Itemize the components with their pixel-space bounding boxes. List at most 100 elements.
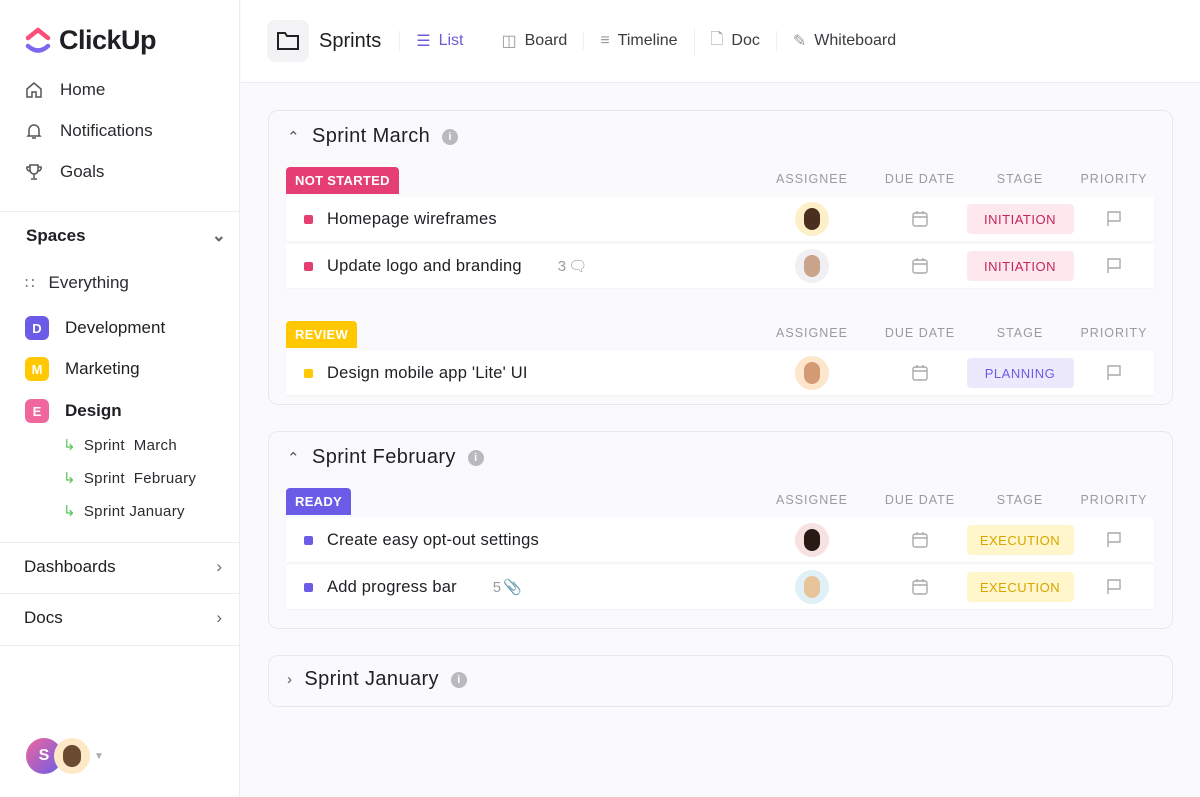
list-arrow-icon: ↳ (63, 470, 76, 487)
sprint-header[interactable]: › Sprint January i (287, 668, 467, 691)
calendar-icon[interactable] (874, 578, 966, 596)
list-sprint-february[interactable]: ↳ Sprint February (63, 469, 196, 488)
dashboards-section[interactable]: Dashboards › (24, 557, 222, 577)
status-dot[interactable] (304, 368, 313, 378)
info-icon[interactable]: i (442, 128, 459, 145)
task-name[interactable]: Add progress bar (327, 578, 457, 597)
list-sprint-march[interactable]: ↳ Sprint March (63, 436, 177, 455)
column-header[interactable]: PRIORITY (1074, 326, 1154, 348)
stage-badge[interactable]: EXECUTION (966, 525, 1074, 555)
tab-whiteboard[interactable]: ✎ Whiteboard (775, 31, 912, 51)
divider (0, 211, 240, 212)
column-header[interactable]: STAGE (966, 493, 1074, 515)
list-label: Sprint January (83, 502, 185, 520)
task-name[interactable]: Homepage wireframes (327, 210, 497, 229)
info-icon[interactable]: i (467, 449, 484, 466)
calendar-icon[interactable] (874, 210, 966, 228)
stage-badge[interactable]: EXECUTION (966, 572, 1074, 602)
list-label: Sprint March (83, 436, 177, 454)
space-badge: M (25, 357, 49, 381)
stage-badge[interactable]: PLANNING (966, 358, 1074, 388)
chevron-up-icon[interactable]: ⌃ (287, 449, 300, 467)
task-meta[interactable]: 5 📎 (493, 578, 522, 597)
stage-badge[interactable]: INITIATION (966, 251, 1074, 281)
doc-icon: 🗋 (710, 30, 724, 48)
board-icon: ◫ (501, 33, 517, 50)
column-header[interactable]: PRIORITY (1074, 493, 1154, 515)
nav-notifications[interactable]: Notifications (24, 121, 153, 141)
sprint-title: Sprint March (311, 125, 431, 147)
sprint-card: ⌃ Sprint March i NOT STARTED ASSIGNEE DUE… (268, 110, 1173, 405)
top-header: Sprints ☰ List ◫ Board ≡ Timeline 🗋 Doc ✎ Whi… (241, 0, 1200, 83)
column-header[interactable]: STAGE (966, 326, 1074, 348)
column-header[interactable]: ASSIGNEE (750, 326, 874, 348)
nav-home[interactable]: Home (24, 80, 105, 100)
space-marketing[interactable]: M Marketing (25, 357, 140, 381)
tab-board[interactable]: ◫ Board (486, 31, 584, 51)
status-dot[interactable] (304, 261, 313, 271)
space-everything[interactable]: ∷ Everything (25, 273, 129, 293)
stage-badge[interactable]: INITIATION (966, 204, 1074, 234)
tab-label: List (438, 32, 464, 49)
status-group: READY ASSIGNEE DUE DATE STAGE PRIORITY Crea… (286, 486, 1154, 609)
chevron-right-icon[interactable]: › (287, 671, 292, 688)
assignee-avatar[interactable] (795, 249, 829, 283)
task-name[interactable]: Update logo and branding (327, 257, 522, 276)
task-name[interactable]: Design mobile app 'Lite' UI (327, 364, 528, 383)
column-header[interactable]: DUE DATE (874, 172, 966, 194)
flag-icon[interactable] (1074, 531, 1154, 549)
task-name[interactable]: Create easy opt-out settings (327, 531, 539, 550)
space-development[interactable]: D Development (25, 316, 165, 340)
column-header[interactable]: ASSIGNEE (750, 493, 874, 515)
task-row[interactable]: Create easy opt-out settings EXECUTION (286, 518, 1154, 562)
divider (0, 593, 240, 594)
column-header[interactable]: DUE DATE (874, 493, 966, 515)
status-tag[interactable]: REVIEW (286, 321, 358, 348)
tab-doc[interactable]: 🗋 Doc (693, 27, 776, 55)
sidebar: ClickUp Home Notifications Goals Spaces ⌄… (0, 0, 240, 797)
task-row[interactable]: Homepage wireframes INITIATION (286, 197, 1154, 241)
calendar-icon[interactable] (874, 364, 966, 382)
flag-icon[interactable] (1074, 257, 1154, 275)
spaces-header[interactable]: Spaces ⌄ (26, 226, 226, 246)
docs-section[interactable]: Docs › (24, 608, 222, 628)
column-header[interactable]: ASSIGNEE (750, 172, 874, 194)
flag-icon[interactable] (1074, 210, 1154, 228)
task-row[interactable]: Update logo and branding 3 🗨 INITIATION (286, 244, 1154, 288)
sprint-card: ⌃ Sprint February i READY ASSIGNEE DUE DA… (268, 431, 1173, 629)
calendar-icon[interactable] (874, 257, 966, 275)
task-meta[interactable]: 3 🗨 (558, 257, 588, 276)
column-header[interactable]: DUE DATE (874, 326, 966, 348)
sprint-header[interactable]: ⌃ Sprint March i (287, 125, 459, 148)
assignee-avatar[interactable] (795, 570, 829, 604)
tab-list[interactable]: ☰ List (399, 31, 479, 51)
task-row[interactable]: Design mobile app 'Lite' UI PLANNING (286, 351, 1154, 395)
assignee-avatar[interactable] (795, 356, 829, 390)
tab-timeline[interactable]: ≡ Timeline (583, 32, 693, 50)
flag-icon[interactable] (1074, 578, 1154, 596)
status-dot[interactable] (304, 535, 313, 545)
task-row[interactable]: Add progress bar 5 📎 EXECUTION (286, 565, 1154, 609)
status-tag[interactable]: NOT STARTED (286, 167, 399, 194)
status-group: REVIEW ASSIGNEE DUE DATE STAGE PRIORITY Des… (286, 319, 1154, 395)
tab-label: Doc (731, 32, 760, 49)
user-menu[interactable]: S ▼ (26, 738, 104, 774)
list-sprint-january[interactable]: ↳ Sprint January (63, 502, 185, 521)
assignee-avatar[interactable] (795, 202, 829, 236)
status-dot[interactable] (304, 582, 313, 592)
space-label: Development (65, 318, 166, 337)
space-design[interactable]: E Design (25, 399, 122, 423)
sprint-header[interactable]: ⌃ Sprint February i (287, 446, 484, 469)
status-tag[interactable]: READY (286, 488, 352, 515)
column-header[interactable]: PRIORITY (1074, 172, 1154, 194)
column-header[interactable]: STAGE (966, 172, 1074, 194)
assignee-avatar[interactable] (795, 523, 829, 557)
calendar-icon[interactable] (874, 531, 966, 549)
list-icon: ☰ (416, 33, 431, 50)
info-icon[interactable]: i (450, 671, 467, 688)
clickup-logo[interactable]: ClickUp (25, 25, 157, 56)
status-dot[interactable] (304, 214, 313, 224)
nav-goals[interactable]: Goals (24, 162, 104, 182)
flag-icon[interactable] (1074, 364, 1154, 382)
chevron-up-icon[interactable]: ⌃ (287, 128, 300, 146)
